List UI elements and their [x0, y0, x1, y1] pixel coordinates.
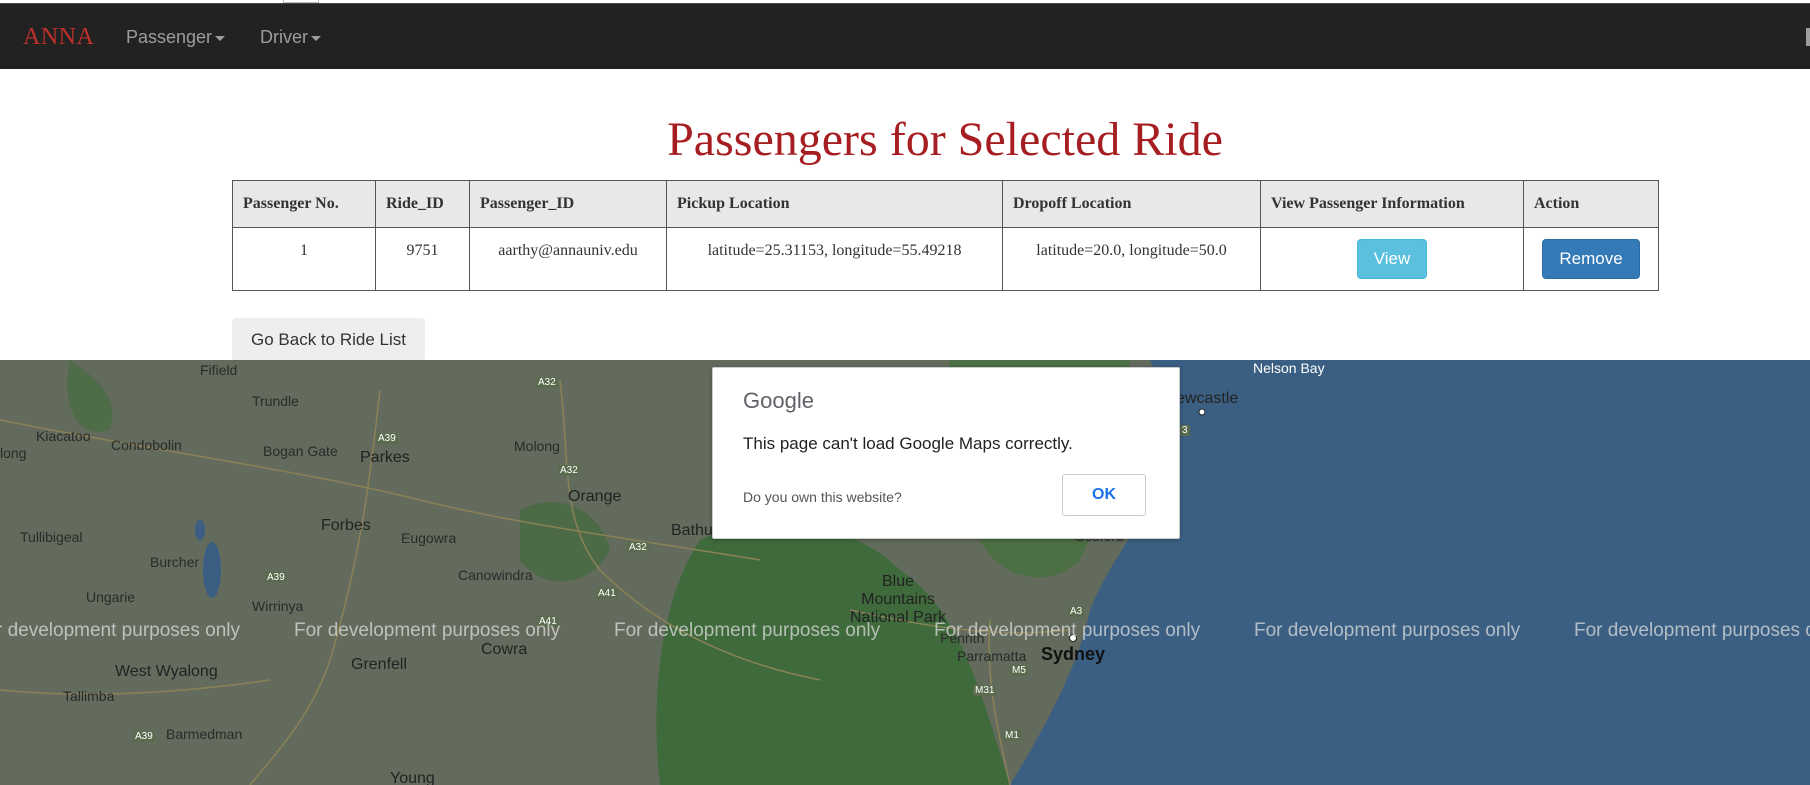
map-label-parramatta: Parramatta	[957, 648, 1027, 664]
header-passenger-id: Passenger_ID	[469, 180, 667, 228]
road-label: M1	[1003, 730, 1021, 741]
dev-watermark: For development purposes only	[1254, 620, 1521, 641]
map-label-eugowra: Eugowra	[401, 530, 457, 546]
page-title: Passengers for Selected Ride	[667, 113, 1223, 166]
map-label-long: long	[0, 445, 27, 461]
road-label: A39	[133, 731, 155, 742]
map-label-condobolin: Condobolin	[111, 437, 182, 453]
road-label: A39	[376, 433, 398, 444]
dialog-message: This page can't load Google Maps correct…	[743, 434, 1073, 453]
nav-right-edge-item	[1806, 28, 1810, 46]
map-label-cowra: Cowra	[481, 641, 528, 658]
cell-view: View	[1260, 227, 1524, 291]
brand-logo[interactable]: ANNA	[23, 24, 94, 51]
back-to-ride-list-button[interactable]: Go Back to Ride List	[232, 318, 425, 361]
dev-watermark: For development purposes only	[614, 620, 881, 641]
map-label-parkes: Parkes	[360, 449, 410, 466]
cell-ride-id: 9751	[375, 227, 470, 291]
header-pickup-location: Pickup Location	[666, 180, 1003, 228]
map-label-blue-mountains: Blue Mountains National Park	[850, 573, 947, 626]
map-label-grenfell: Grenfell	[351, 656, 408, 673]
road-label: A32	[558, 465, 580, 476]
map-label-barmedman: Barmedman	[166, 726, 243, 742]
header-view-info: View Passenger Information	[1260, 180, 1524, 228]
nav-driver-dropdown[interactable]: Driver	[260, 27, 321, 48]
road-label: M5	[1010, 665, 1028, 676]
passengers-table: Passenger No. Ride_ID Passenger_ID Picku…	[232, 180, 1659, 291]
header-passenger-no: Passenger No.	[232, 180, 376, 228]
map-label-molong: Molong	[514, 438, 560, 454]
road-label: A39	[265, 572, 287, 583]
nav-driver-label: Driver	[260, 27, 308, 47]
map-label-orange: Orange	[568, 488, 622, 505]
map-label-trundle: Trundle	[252, 393, 299, 409]
header-dropoff-location: Dropoff Location	[1002, 180, 1261, 228]
table-header-row: Passenger No. Ride_ID Passenger_ID Picku…	[232, 180, 1659, 228]
map-label-ungarie: Ungarie	[86, 589, 136, 605]
dev-watermark: For development purposes only	[934, 620, 1201, 641]
road-label: M31	[973, 685, 997, 696]
chevron-down-icon	[311, 35, 321, 41]
map-label-nelson-bay: Nelson Bay	[1253, 360, 1325, 376]
cell-dropoff-location: latitude=20.0, longitude=50.0	[1002, 227, 1261, 291]
map-label-west-wyalong: West Wyalong	[115, 663, 218, 680]
road-label: A41	[596, 588, 618, 599]
map-label-bogan-gate: Bogan Gate	[263, 443, 338, 459]
map-label-sydney: Sydney	[1041, 644, 1106, 664]
nav-passenger-dropdown[interactable]: Passenger	[126, 27, 226, 48]
cell-passenger-no: 1	[232, 227, 376, 291]
map-label-newcastle: ewcastle	[1176, 390, 1239, 407]
remove-button[interactable]: Remove	[1542, 239, 1640, 279]
chevron-down-icon	[215, 35, 226, 41]
cell-pickup-location: latitude=25.31153, longitude=55.49218	[666, 227, 1003, 291]
map-label-bathurst: Bathu	[671, 522, 713, 539]
map-label-tallimba: Tallimba	[63, 688, 115, 704]
road-label: 3	[1180, 425, 1190, 436]
map-label-kiacatoo: Kiacatoo	[36, 428, 91, 444]
map-label-young: Young	[390, 770, 435, 785]
nav-passenger-label: Passenger	[126, 27, 213, 47]
own-website-text: Do you own this website?	[743, 489, 902, 505]
road-label: A32	[627, 542, 649, 553]
road-label: A32	[536, 377, 558, 388]
road-label: A3	[1068, 606, 1085, 617]
map-label-burcher: Burcher	[150, 554, 200, 570]
map-label-wirrinya: Wirrinya	[252, 598, 304, 614]
map-label-tullibigeal: Tullibigeal	[20, 529, 83, 545]
maps-error-dialog: Google This page can't load Google Maps …	[712, 367, 1180, 539]
cell-action: Remove	[1523, 227, 1659, 291]
dev-watermark: r development purposes only	[0, 620, 240, 641]
table-row: 1 9751 aarthy@annauniv.edu latitude=25.3…	[232, 227, 1659, 291]
map-label-canowindra: Canowindra	[458, 567, 533, 583]
header-action: Action	[1523, 180, 1659, 228]
map-label-fifield: Fifield	[200, 362, 238, 378]
dev-watermark: For development purposes only	[294, 620, 561, 641]
header-ride-id: Ride_ID	[375, 180, 470, 228]
navbar: ANNA Passenger Driver	[0, 3, 1810, 69]
view-button[interactable]: View	[1357, 239, 1427, 279]
dev-watermark: For development purposes o	[1574, 620, 1810, 641]
ok-button[interactable]: OK	[1062, 474, 1146, 516]
google-logo: Google	[743, 388, 814, 413]
cell-passenger-id: aarthy@annauniv.edu	[469, 227, 667, 291]
map-label-forbes: Forbes	[321, 517, 371, 534]
